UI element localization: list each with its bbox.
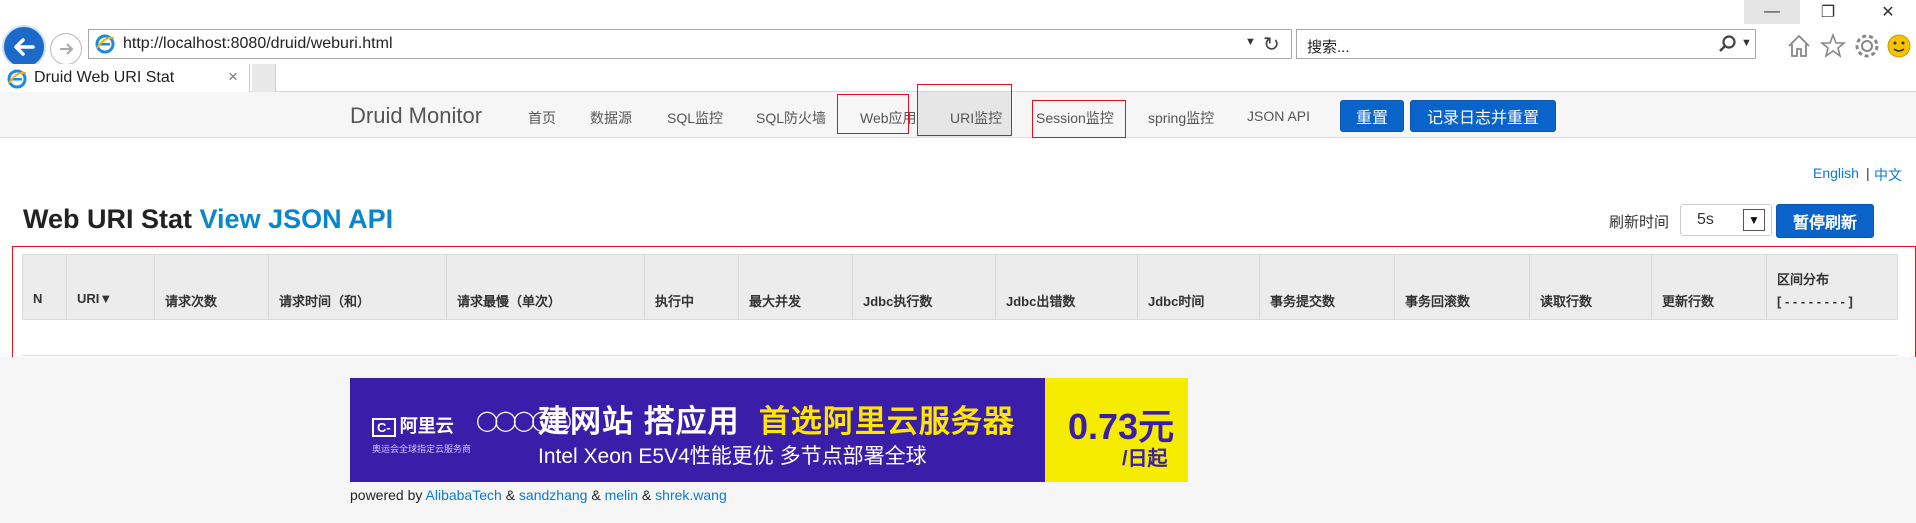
nav-json-api[interactable]: JSON API (1247, 108, 1310, 124)
highlight-uri-monitor (917, 84, 1012, 136)
footer-link-alibabatech[interactable]: AlibabaTech (426, 487, 502, 503)
search-input[interactable]: 搜索... (1307, 36, 1350, 57)
lang-english-link[interactable]: English (1813, 165, 1859, 181)
tab-title: Druid Web URI Stat (34, 69, 175, 86)
refresh-interval-select[interactable]: 5s ▼ (1680, 204, 1772, 236)
refresh-interval-value: 5s (1697, 211, 1714, 228)
back-arrow-icon (14, 38, 35, 56)
gear-icon[interactable] (1852, 31, 1882, 61)
page-title: Web URI Stat View JSON API (23, 204, 393, 235)
smiley-feedback-icon[interactable] (1884, 31, 1914, 61)
ad-price-unit: /日起 (1122, 448, 1168, 470)
refresh-icon[interactable]: ↻ (1263, 32, 1280, 57)
chevron-down-icon[interactable]: ▼ (1743, 209, 1765, 231)
footer-joiner: & (641, 487, 652, 503)
footer-link-melin[interactable]: melin (605, 487, 638, 503)
ie-logo-icon (95, 34, 115, 54)
ad-logo-subtitle: 奥运会全球指定云服务商 (372, 444, 472, 454)
aliyun-logo: C- 阿里云 (372, 412, 454, 438)
close-window-button[interactable]: ✕ (1860, 0, 1916, 24)
lang-chinese-link[interactable]: 中文 (1874, 165, 1902, 185)
minimize-button[interactable]: — (1744, 0, 1800, 24)
window-titlebar: — ❐ ✕ (0, 0, 1916, 24)
address-bar[interactable]: http://localhost:8080/druid/weburi.html … (88, 29, 1292, 59)
new-tab-button[interactable] (252, 64, 276, 92)
nav-sql-monitor[interactable]: SQL监控 (667, 108, 723, 128)
footer-credits: powered by AlibabaTech & sandzhang & mel… (350, 487, 727, 503)
page-title-text: Web URI Stat (23, 204, 193, 234)
forward-button[interactable] (50, 33, 82, 65)
url-path: :8080/druid/weburi.html (226, 35, 393, 52)
tab-druid-web-uri-stat[interactable]: Druid Web URI Stat × (0, 64, 250, 92)
ie-logo-icon (7, 69, 27, 89)
address-url[interactable]: http://localhost:8080/druid/weburi.html (123, 35, 393, 53)
restore-button[interactable]: ❐ (1800, 0, 1856, 24)
footer-joiner: & (505, 487, 516, 503)
ad-headline: 建网站 搭应用 首选阿里云服务器 (538, 404, 1015, 439)
reset-button[interactable]: 重置 (1340, 100, 1404, 132)
nav-spring-monitor[interactable]: spring监控 (1148, 108, 1214, 128)
search-box[interactable]: 搜索... ▼ (1296, 29, 1756, 59)
footer-link-shrek-wang[interactable]: shrek.wang (655, 487, 727, 503)
back-button[interactable] (2, 25, 46, 69)
aliyun-ad-banner[interactable]: C- 阿里云 奥运会全球指定云服务商 ◯◯◯◯◯ 建网站 搭应用 首选阿里云服务器… (350, 378, 1188, 482)
search-icon[interactable] (1717, 34, 1737, 54)
view-json-api-link[interactable]: View JSON API (200, 204, 394, 234)
nav-datasource[interactable]: 数据源 (590, 108, 632, 128)
home-icon[interactable] (1784, 31, 1814, 61)
brand-title[interactable]: Druid Monitor (350, 103, 482, 129)
lang-separator: | (1866, 165, 1870, 181)
footer-prefix: powered by (350, 487, 423, 503)
ad-subline: Intel Xeon E5V4性能更优 多节点部署全球 (538, 445, 927, 468)
highlight-web-app (837, 94, 909, 134)
footer-joiner: & (591, 487, 601, 503)
log-and-reset-button[interactable]: 记录日志并重置 (1410, 100, 1556, 132)
nav-home[interactable]: 首页 (528, 108, 556, 128)
search-dropdown-icon[interactable]: ▼ (1741, 37, 1752, 49)
pause-refresh-button[interactable]: 暂停刷新 (1776, 204, 1874, 238)
nav-sql-firewall[interactable]: SQL防火墙 (756, 108, 826, 128)
highlight-session-monitor (1032, 100, 1126, 138)
tab-close-icon[interactable]: × (228, 67, 238, 87)
browser-toolbar: http://localhost:8080/druid/weburi.html … (0, 22, 1916, 69)
url-host: localhost (163, 35, 227, 52)
footer-link-sandzhang[interactable]: sandzhang (519, 487, 588, 503)
address-dropdown-icon[interactable]: ▼ (1245, 36, 1256, 48)
forward-arrow-icon (60, 43, 74, 55)
favorites-star-icon[interactable] (1818, 31, 1848, 61)
refresh-time-label: 刷新时间 (1609, 214, 1670, 231)
